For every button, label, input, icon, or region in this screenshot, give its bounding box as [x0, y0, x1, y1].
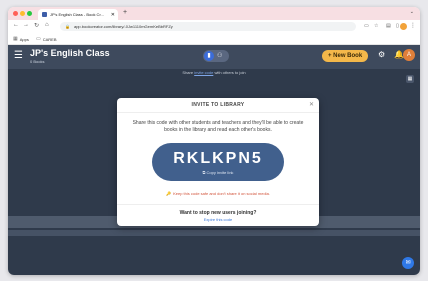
modal-description: Share this code with other students and …	[132, 120, 304, 133]
bookmarks-bar: ▦ Apps ▭ CAREB	[8, 33, 420, 45]
modal-title: INVITE TO LIBRARY	[191, 102, 245, 108]
banner-prefix: Share	[182, 70, 195, 75]
close-window-dot[interactable]	[13, 11, 18, 16]
invite-code: RKLKPN5	[173, 150, 263, 167]
bookcreator-favicon-icon	[42, 12, 47, 17]
lock-icon: 🔒	[65, 24, 70, 29]
bookmark-careb[interactable]: ▭ CAREB	[36, 36, 57, 42]
hamburger-menu-icon[interactable]: ☰	[14, 51, 23, 61]
back-icon[interactable]: ←	[13, 22, 19, 28]
class-title: JP's English Class	[30, 48, 110, 58]
copy-icon: ⧉	[202, 170, 206, 175]
folder-icon: ▭	[36, 36, 41, 42]
chat-support-icon[interactable]: ✉	[402, 257, 414, 269]
expire-code-link[interactable]: Expire this code	[117, 217, 319, 222]
grid-icon: ▦	[13, 36, 18, 42]
new-book-button[interactable]: + New Book	[322, 50, 369, 62]
bookmark-apps[interactable]: ▦ Apps	[13, 36, 29, 42]
close-icon[interactable]: ✕	[309, 101, 314, 108]
home-icon[interactable]: ⌂	[45, 22, 49, 28]
bookmark-label: Apps	[19, 36, 29, 42]
copy-label: Copy invite link	[206, 170, 234, 175]
grid-view-icon[interactable]: ▦	[406, 75, 414, 83]
tab-search-icon[interactable]: ⌄	[410, 9, 414, 15]
people-view-icon[interactable]: ⚇	[217, 51, 222, 61]
minimize-window-dot[interactable]	[20, 11, 25, 16]
settings-gear-icon[interactable]: ⚙	[378, 51, 385, 59]
book-view-icon[interactable]: ▮	[204, 51, 214, 61]
invite-modal: INVITE TO LIBRARY ✕ Share this code with…	[117, 98, 319, 226]
app-header: ☰ JP's English Class 0 Books ▮ ⚇ + New B…	[8, 45, 420, 69]
browser-window: JP's English Class - Book Cr... ✕ + ⌄ ← …	[8, 7, 420, 275]
tab-close-icon[interactable]: ✕	[111, 12, 115, 18]
view-toggle[interactable]: ▮ ⚇	[203, 50, 229, 62]
cast-icon[interactable]: ▭	[364, 23, 369, 29]
invite-code-link[interactable]: invite code	[194, 70, 213, 75]
address-bar[interactable]: 🔒 app.bookcreator.com/library/-0Jw1110mG…	[60, 22, 356, 31]
safety-warning: 🔑 Keep this code safe and don't share it …	[117, 191, 319, 196]
tab-strip: JP's English Class - Book Cr... ✕ + ⌄	[8, 7, 420, 20]
tab-title: JP's English Class - Book Cr...	[50, 12, 104, 17]
browser-toolbar: ← → ↻ ⌂ 🔒 app.bookcreator.com/library/-0…	[8, 20, 420, 33]
copy-invite-link[interactable]: ⧉ Copy invite link	[152, 170, 284, 175]
shelf-band-shadow	[8, 230, 420, 236]
modal-footer: Want to stop new users joining? Expire t…	[117, 204, 319, 227]
sidepanel-icon[interactable]: ▯	[396, 23, 399, 29]
modal-header: INVITE TO LIBRARY ✕	[117, 98, 319, 113]
user-avatar[interactable]: A	[403, 49, 415, 61]
more-menu-icon[interactable]: ⋮	[410, 22, 416, 29]
warning-text: Keep this code safe and don't share it o…	[173, 191, 270, 196]
reload-icon[interactable]: ↻	[34, 22, 39, 29]
browser-tab[interactable]: JP's English Class - Book Cr... ✕	[38, 9, 118, 20]
stop-joining-question: Want to stop new users joining?	[179, 210, 257, 216]
maximize-window-dot[interactable]	[27, 11, 32, 16]
banner-suffix: with others to join	[213, 70, 246, 75]
extensions-icon[interactable]: ▤	[386, 23, 391, 29]
bookmark-star-icon[interactable]: ☆	[374, 23, 378, 29]
bookmark-label: CAREB	[42, 36, 57, 42]
key-icon: 🔑	[166, 191, 172, 196]
url-text: app.bookcreator.com/library/-0Jw1110mGem…	[73, 24, 173, 29]
forward-icon[interactable]: →	[23, 22, 29, 28]
invite-code-pill[interactable]: RKLKPN5 ⧉ Copy invite link	[152, 143, 284, 181]
invite-banner: Share invite code with others to join	[8, 70, 420, 75]
new-tab-button[interactable]: +	[123, 9, 127, 16]
books-count[interactable]: 0 Books	[30, 59, 44, 64]
profile-avatar-icon[interactable]	[400, 23, 407, 30]
